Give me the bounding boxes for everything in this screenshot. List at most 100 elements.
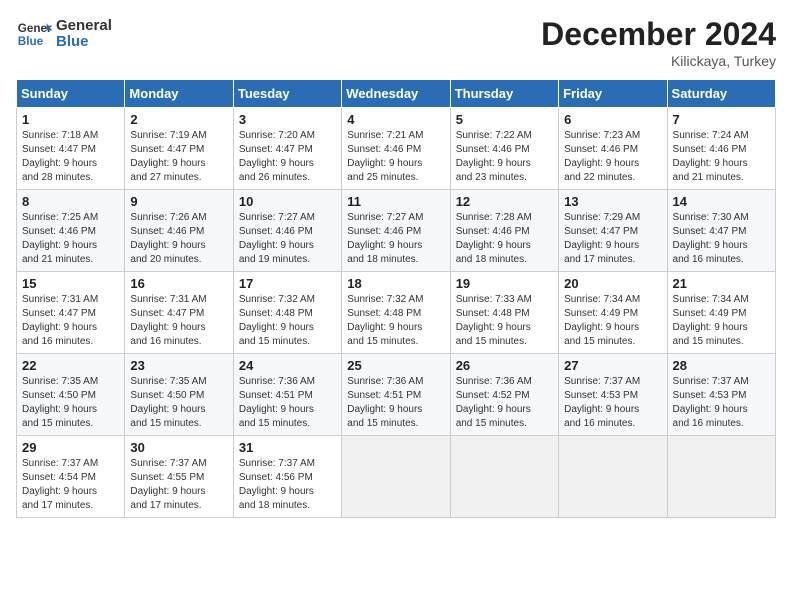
weekday-header: Thursday — [450, 80, 558, 108]
calendar-day-cell: 27 Sunrise: 7:37 AM Sunset: 4:53 PM Dayli… — [559, 354, 667, 436]
logo-line2: Blue — [56, 34, 112, 51]
calendar-day-cell — [559, 436, 667, 518]
weekday-header: Saturday — [667, 80, 775, 108]
weekday-header: Monday — [125, 80, 233, 108]
day-info: Sunrise: 7:35 AM Sunset: 4:50 PM Dayligh… — [22, 375, 119, 431]
calendar-day-cell: 17 Sunrise: 7:32 AM Sunset: 4:48 PM Dayli… — [233, 272, 341, 354]
calendar-day-cell: 25 Sunrise: 7:36 AM Sunset: 4:51 PM Dayli… — [342, 354, 450, 436]
calendar-day-cell: 13 Sunrise: 7:29 AM Sunset: 4:47 PM Dayli… — [559, 190, 667, 272]
day-number: 1 — [22, 112, 119, 127]
calendar-day-cell: 8Sunrise: 7:25 AM Sunset: 4:46 PM Daylig… — [17, 190, 125, 272]
day-number: 29 — [22, 440, 119, 455]
calendar-day-cell: 4 Sunrise: 7:21 AM Sunset: 4:46 PM Daylig… — [342, 108, 450, 190]
calendar-week-row: 15 Sunrise: 7:31 AM Sunset: 4:47 PM Dayli… — [17, 272, 776, 354]
calendar-day-cell: 20 Sunrise: 7:34 AM Sunset: 4:49 PM Dayli… — [559, 272, 667, 354]
day-number: 2 — [130, 112, 227, 127]
day-number: 27 — [564, 358, 661, 373]
calendar-day-cell: 10 Sunrise: 7:27 AM Sunset: 4:46 PM Dayli… — [233, 190, 341, 272]
calendar-day-cell: 24 Sunrise: 7:36 AM Sunset: 4:51 PM Dayli… — [233, 354, 341, 436]
weekday-header: Friday — [559, 80, 667, 108]
day-info: Sunrise: 7:37 AM Sunset: 4:53 PM Dayligh… — [673, 375, 770, 431]
calendar-day-cell: 5 Sunrise: 7:22 AM Sunset: 4:46 PM Daylig… — [450, 108, 558, 190]
day-number: 11 — [347, 194, 444, 209]
day-info: Sunrise: 7:28 AM Sunset: 4:46 PM Dayligh… — [456, 211, 553, 267]
calendar-day-cell: 31Sunrise: 7:37 AM Sunset: 4:56 PM Dayli… — [233, 436, 341, 518]
day-info: Sunrise: 7:35 AM Sunset: 4:50 PM Dayligh… — [130, 375, 227, 431]
day-info: Sunrise: 7:26 AM Sunset: 4:46 PM Dayligh… — [130, 211, 227, 267]
day-info: Sunrise: 7:31 AM Sunset: 4:47 PM Dayligh… — [130, 293, 227, 349]
day-number: 21 — [673, 276, 770, 291]
logo-line1: General — [56, 18, 112, 35]
day-info: Sunrise: 7:36 AM Sunset: 4:51 PM Dayligh… — [347, 375, 444, 431]
day-info: Sunrise: 7:36 AM Sunset: 4:52 PM Dayligh… — [456, 375, 553, 431]
weekday-header: Wednesday — [342, 80, 450, 108]
weekday-header: Sunday — [17, 80, 125, 108]
day-number: 19 — [456, 276, 553, 291]
day-info: Sunrise: 7:22 AM Sunset: 4:46 PM Dayligh… — [456, 129, 553, 185]
day-number: 12 — [456, 194, 553, 209]
calendar-day-cell — [342, 436, 450, 518]
day-info: Sunrise: 7:23 AM Sunset: 4:46 PM Dayligh… — [564, 129, 661, 185]
day-number: 24 — [239, 358, 336, 373]
calendar-day-cell: 2Sunrise: 7:19 AM Sunset: 4:47 PM Daylig… — [125, 108, 233, 190]
day-number: 20 — [564, 276, 661, 291]
day-info: Sunrise: 7:37 AM Sunset: 4:54 PM Dayligh… — [22, 457, 119, 513]
day-number: 22 — [22, 358, 119, 373]
day-info: Sunrise: 7:34 AM Sunset: 4:49 PM Dayligh… — [673, 293, 770, 349]
day-info: Sunrise: 7:34 AM Sunset: 4:49 PM Dayligh… — [564, 293, 661, 349]
day-info: Sunrise: 7:37 AM Sunset: 4:55 PM Dayligh… — [130, 457, 227, 513]
day-number: 30 — [130, 440, 227, 455]
month-title: December 2024 — [541, 16, 776, 53]
day-info: Sunrise: 7:31 AM Sunset: 4:47 PM Dayligh… — [22, 293, 119, 349]
day-number: 10 — [239, 194, 336, 209]
calendar-day-cell: 1Sunrise: 7:18 AM Sunset: 4:47 PM Daylig… — [17, 108, 125, 190]
day-info: Sunrise: 7:32 AM Sunset: 4:48 PM Dayligh… — [239, 293, 336, 349]
day-number: 15 — [22, 276, 119, 291]
day-info: Sunrise: 7:21 AM Sunset: 4:46 PM Dayligh… — [347, 129, 444, 185]
calendar-day-cell: 21 Sunrise: 7:34 AM Sunset: 4:49 PM Dayli… — [667, 272, 775, 354]
day-number: 9 — [130, 194, 227, 209]
day-info: Sunrise: 7:30 AM Sunset: 4:47 PM Dayligh… — [673, 211, 770, 267]
day-number: 25 — [347, 358, 444, 373]
calendar-day-cell: 29 Sunrise: 7:37 AM Sunset: 4:54 PM Dayli… — [17, 436, 125, 518]
calendar-day-cell: 22 Sunrise: 7:35 AM Sunset: 4:50 PM Dayli… — [17, 354, 125, 436]
day-number: 17 — [239, 276, 336, 291]
day-number: 4 — [347, 112, 444, 127]
calendar-week-row: 8Sunrise: 7:25 AM Sunset: 4:46 PM Daylig… — [17, 190, 776, 272]
day-info: Sunrise: 7:37 AM Sunset: 4:53 PM Dayligh… — [564, 375, 661, 431]
logo: General Blue General Blue — [16, 16, 112, 52]
day-number: 6 — [564, 112, 661, 127]
day-info: Sunrise: 7:24 AM Sunset: 4:46 PM Dayligh… — [673, 129, 770, 185]
calendar-day-cell: 26 Sunrise: 7:36 AM Sunset: 4:52 PM Dayli… — [450, 354, 558, 436]
calendar-day-cell: 23 Sunrise: 7:35 AM Sunset: 4:50 PM Dayli… — [125, 354, 233, 436]
day-number: 7 — [673, 112, 770, 127]
calendar-day-cell: 19Sunrise: 7:33 AM Sunset: 4:48 PM Dayli… — [450, 272, 558, 354]
day-info: Sunrise: 7:36 AM Sunset: 4:51 PM Dayligh… — [239, 375, 336, 431]
day-info: Sunrise: 7:37 AM Sunset: 4:56 PM Dayligh… — [239, 457, 336, 513]
location: Kilickaya, Turkey — [541, 53, 776, 69]
calendar-day-cell: 15 Sunrise: 7:31 AM Sunset: 4:47 PM Dayli… — [17, 272, 125, 354]
calendar-week-row: 29 Sunrise: 7:37 AM Sunset: 4:54 PM Dayli… — [17, 436, 776, 518]
day-number: 5 — [456, 112, 553, 127]
title-block: December 2024 Kilickaya, Turkey — [541, 16, 776, 69]
day-info: Sunrise: 7:27 AM Sunset: 4:46 PM Dayligh… — [239, 211, 336, 267]
calendar-day-cell — [450, 436, 558, 518]
calendar-day-cell: 11Sunrise: 7:27 AM Sunset: 4:46 PM Dayli… — [342, 190, 450, 272]
day-info: Sunrise: 7:20 AM Sunset: 4:47 PM Dayligh… — [239, 129, 336, 185]
calendar-day-cell: 28 Sunrise: 7:37 AM Sunset: 4:53 PM Dayli… — [667, 354, 775, 436]
calendar-week-row: 22 Sunrise: 7:35 AM Sunset: 4:50 PM Dayli… — [17, 354, 776, 436]
day-number: 28 — [673, 358, 770, 373]
weekday-header: Tuesday — [233, 80, 341, 108]
calendar-table: SundayMondayTuesdayWednesdayThursdayFrid… — [16, 79, 776, 518]
day-number: 14 — [673, 194, 770, 209]
calendar-day-cell: 3Sunrise: 7:20 AM Sunset: 4:47 PM Daylig… — [233, 108, 341, 190]
calendar-day-cell: 9 Sunrise: 7:26 AM Sunset: 4:46 PM Daylig… — [125, 190, 233, 272]
page-header: General Blue General Blue December 2024 … — [16, 16, 776, 69]
day-number: 26 — [456, 358, 553, 373]
calendar-day-cell: 18Sunrise: 7:32 AM Sunset: 4:48 PM Dayli… — [342, 272, 450, 354]
day-number: 23 — [130, 358, 227, 373]
calendar-day-cell: 30 Sunrise: 7:37 AM Sunset: 4:55 PM Dayli… — [125, 436, 233, 518]
day-info: Sunrise: 7:29 AM Sunset: 4:47 PM Dayligh… — [564, 211, 661, 267]
day-number: 13 — [564, 194, 661, 209]
calendar-day-cell: 12 Sunrise: 7:28 AM Sunset: 4:46 PM Dayli… — [450, 190, 558, 272]
